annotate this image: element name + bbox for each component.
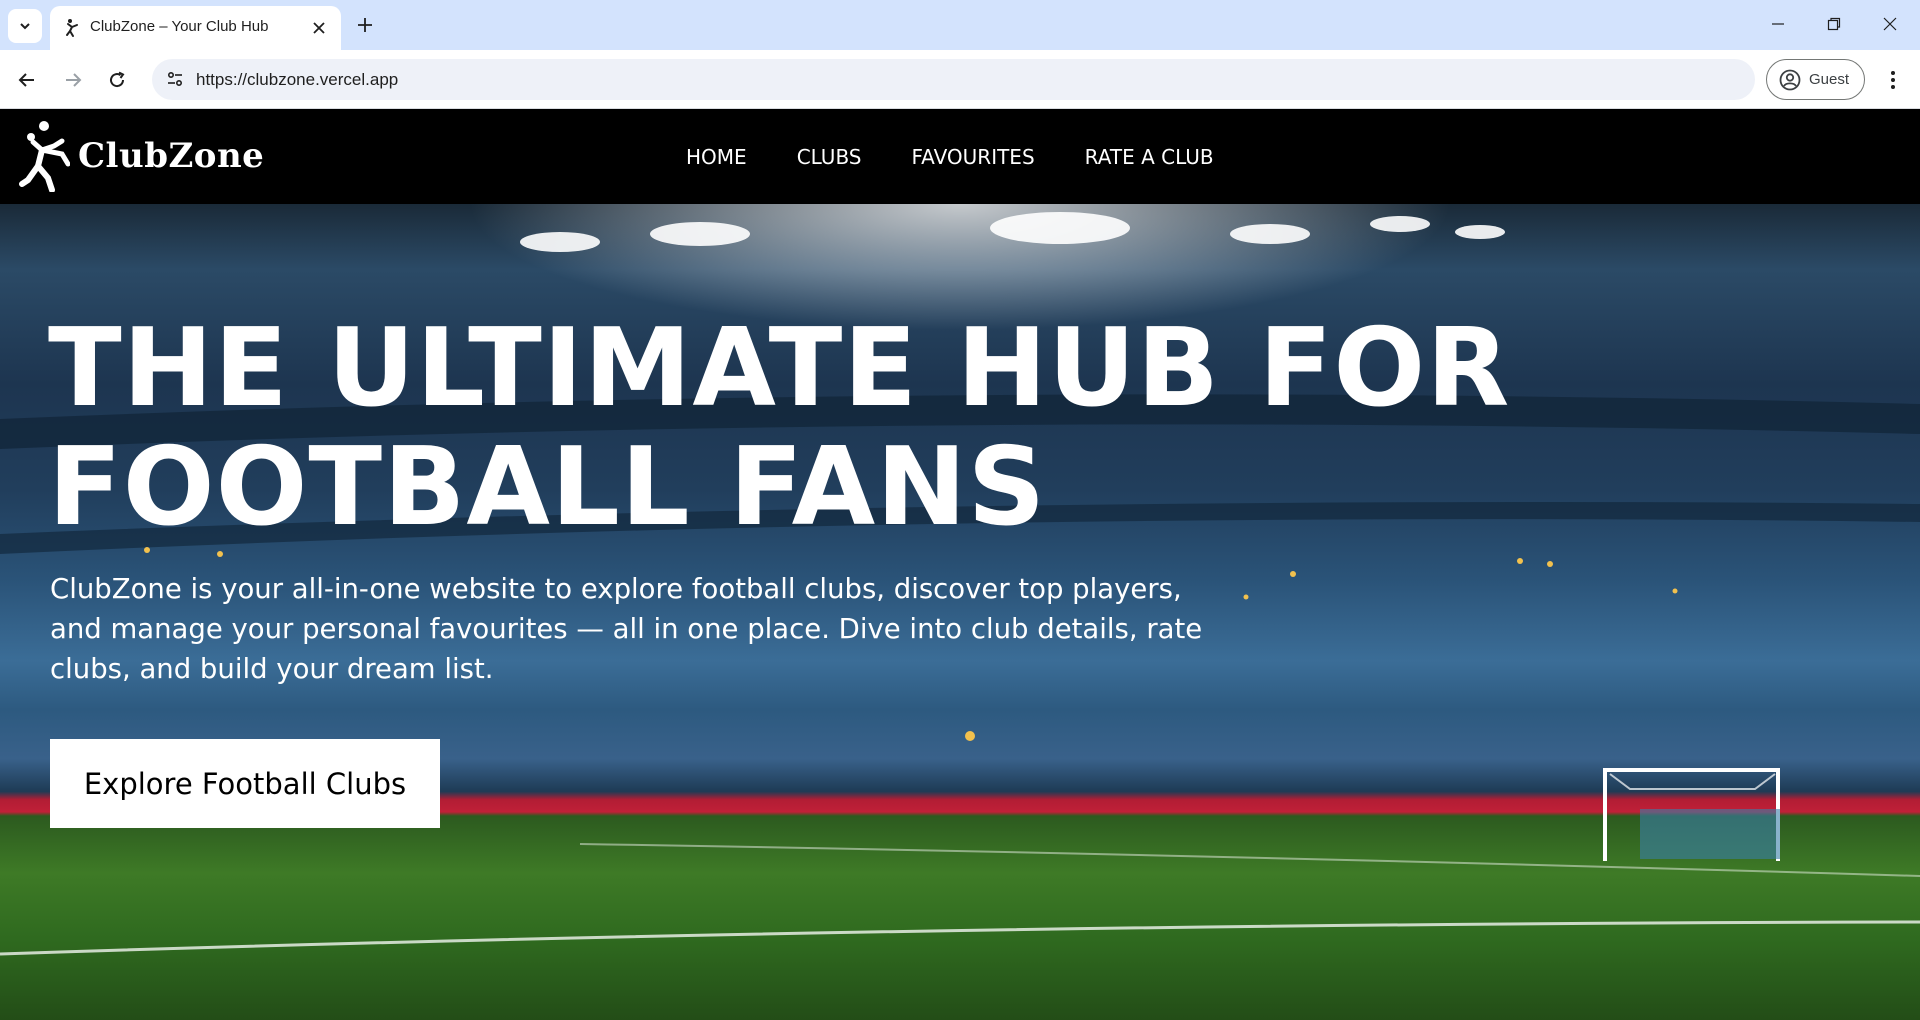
nav-clubs[interactable]: CLUBS <box>797 145 862 169</box>
forward-arrow-icon <box>66 73 82 87</box>
new-tab-button[interactable] <box>350 10 380 40</box>
main-nav: HOME CLUBS FAVOURITES RATE A CLUB <box>686 109 1214 204</box>
page-viewport: ClubZone HOME CLUBS FAVOURITES RATE A CL… <box>0 109 1920 1020</box>
site-settings-icon <box>167 71 183 87</box>
hero-section: THE ULTIMATE HUB FOR FOOTBALL FANS ClubZ… <box>0 204 1920 1020</box>
nav-favourites[interactable]: FAVOURITES <box>912 145 1035 169</box>
explore-clubs-button[interactable]: Explore Football Clubs <box>50 739 440 828</box>
plus-icon <box>358 18 372 32</box>
close-window-icon <box>1883 17 1897 31</box>
hero-title-line-1: THE ULTIMATE HUB FOR <box>48 306 1511 431</box>
back-button[interactable] <box>10 63 44 97</box>
browser-toolbar: https://clubzone.vercel.app Guest <box>0 50 1920 109</box>
kebab-menu-icon <box>1891 71 1895 89</box>
hero-description: ClubZone is your all-in-one website to e… <box>50 573 1203 685</box>
minimize-icon <box>1772 23 1784 25</box>
site-logo[interactable]: ClubZone <box>18 120 264 192</box>
logo-text: ClubZone <box>78 136 265 176</box>
url-text[interactable]: https://clubzone.vercel.app <box>196 70 398 90</box>
footballer-logo-icon <box>19 121 70 192</box>
back-arrow-icon <box>18 73 34 87</box>
restore-icon <box>1827 17 1841 31</box>
hero-title-line-2: FOOTBALL FANS <box>48 425 1047 550</box>
tab-close-button[interactable] <box>307 16 331 40</box>
profile-button[interactable]: Guest <box>1766 59 1865 100</box>
nav-rate-a-club[interactable]: RATE A CLUB <box>1085 145 1214 169</box>
hero-title: THE ULTIMATE HUB FOR FOOTBALL FANS <box>48 309 1748 547</box>
restore-button[interactable] <box>1806 0 1862 48</box>
nav-home[interactable]: HOME <box>686 145 747 169</box>
site-settings-button[interactable] <box>160 64 190 94</box>
minimize-button[interactable] <box>1750 0 1806 48</box>
profile-icon <box>1779 69 1801 90</box>
forward-button[interactable] <box>56 63 90 97</box>
reload-icon <box>110 71 125 88</box>
reload-button[interactable] <box>100 63 134 97</box>
site-header: ClubZone HOME CLUBS FAVOURITES RATE A CL… <box>0 109 1920 204</box>
active-tab[interactable]: ClubZone – Your Club Hub <box>50 6 341 50</box>
profile-label: Guest <box>1809 71 1850 88</box>
tab-strip: ClubZone – Your Club Hub <box>0 0 1920 50</box>
chevron-down-icon <box>20 23 30 30</box>
browser-menu-button[interactable] <box>1878 63 1908 97</box>
address-bar[interactable]: https://clubzone.vercel.app <box>152 59 1755 100</box>
close-icon <box>313 22 325 34</box>
tab-title: ClubZone – Your Club Hub <box>90 18 269 35</box>
close-window-button[interactable] <box>1862 0 1918 48</box>
favicon-icon <box>66 19 78 37</box>
tab-search-button[interactable] <box>8 9 42 43</box>
